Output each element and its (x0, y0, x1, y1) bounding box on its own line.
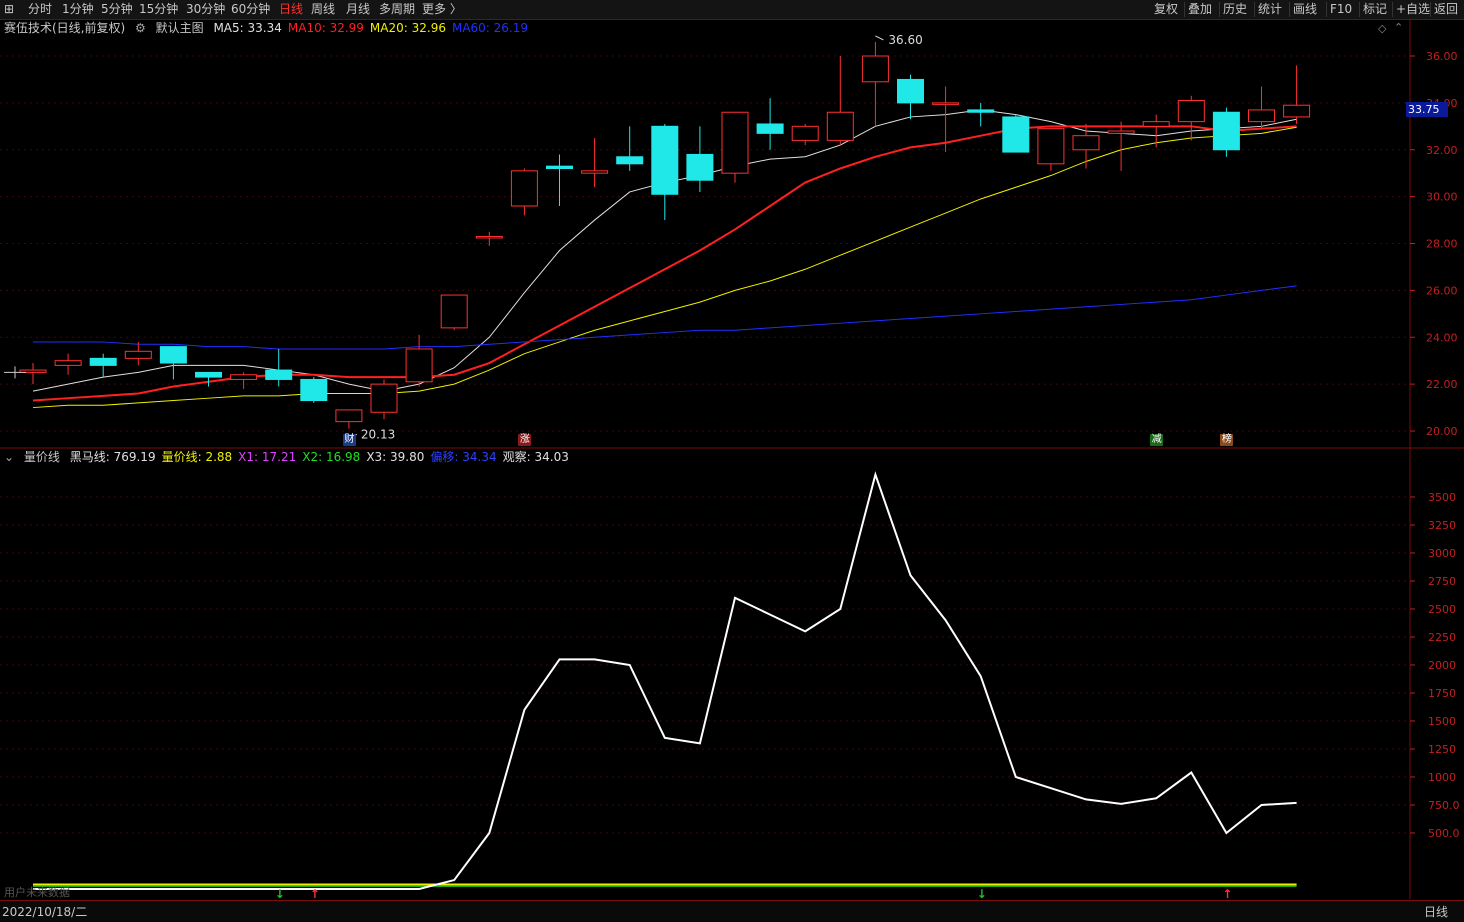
candle-body-down (159, 346, 187, 364)
candle-body-up (1177, 100, 1205, 123)
signal-arrow-icon: ↓ (275, 887, 285, 901)
price-tick-label: 32.00 (1426, 144, 1458, 157)
signal-arrow-icon: ↑ (1222, 887, 1232, 901)
indicator-tick-label: 500.0 (1428, 827, 1460, 840)
candle-body-up (581, 170, 609, 174)
price-tick-label: 26.00 (1426, 284, 1458, 297)
candle-body-up (370, 383, 398, 413)
candle-body-down (300, 378, 328, 402)
indicator-tick-label: 1500 (1428, 715, 1456, 728)
candle-body-up (1037, 128, 1065, 165)
candle-body-up (54, 360, 82, 366)
max-price-label: 36.60 (888, 33, 922, 47)
indicator-tick-label: 3250 (1428, 519, 1456, 532)
candle-body-down (686, 153, 714, 181)
indicator-tick-label: 1750 (1428, 687, 1456, 700)
signal-arrow-icon: ↑ (310, 887, 320, 901)
event-marker-2[interactable]: 减 (1150, 434, 1164, 446)
current-price-tag: 33.75 (1406, 101, 1448, 117)
candle-body-up (861, 55, 889, 83)
price-tick-label: 28.00 (1426, 238, 1458, 251)
price-tick-label: 30.00 (1426, 191, 1458, 204)
event-marker-1[interactable]: 涨 (518, 434, 532, 446)
indicator-tick-label: 3000 (1428, 547, 1456, 560)
event-marker-0[interactable]: 财 (342, 434, 356, 446)
max-price-pointer (875, 35, 884, 41)
date-axis: 2022/10/18/二 日线 (0, 900, 1464, 922)
candle-body-up (1248, 109, 1275, 123)
candle-body-down (1212, 111, 1240, 151)
chart-canvas[interactable]: 20.0022.0024.0026.0028.0030.0032.0034.00… (0, 0, 1464, 921)
candle-body-up (721, 111, 749, 174)
candle-body-up (405, 348, 433, 383)
min-price-label: 20.13 (361, 428, 395, 442)
candle-body-up (475, 235, 503, 239)
candle-body-up (335, 409, 363, 423)
price-tick-label: 22.00 (1426, 378, 1458, 391)
signal-arrow-icon: ↓ (977, 887, 987, 901)
candle-body-up (1283, 104, 1311, 118)
ma-line-ma60 (33, 285, 1297, 350)
price-tick-label: 20.00 (1426, 425, 1458, 438)
cursor-date: 2022/10/18/二 (2, 905, 88, 919)
candle-body-down (967, 109, 995, 113)
candle-body-up (791, 125, 819, 141)
candle-body-up (826, 111, 854, 141)
price-tick-label: 24.00 (1426, 331, 1458, 344)
indicator-tick-label: 2000 (1428, 659, 1456, 672)
candle-body-down (651, 125, 679, 195)
candle-body-down (89, 357, 117, 366)
data-watermark: 用户未来数据 (4, 886, 70, 899)
candle-body-down (546, 165, 573, 169)
event-marker-3[interactable]: 榜 (1220, 434, 1234, 446)
candle-body-up (1142, 121, 1170, 127)
indicator-tick-label: 1000 (1428, 771, 1456, 784)
indicator-tick-label: 3500 (1428, 491, 1456, 504)
indicator-tick-label: 2250 (1428, 631, 1456, 644)
candle-body-up (1072, 135, 1100, 151)
candle-body-up (1107, 130, 1135, 134)
candle-body-up (932, 102, 960, 105)
indicator-tick-label: 2500 (1428, 603, 1456, 616)
candle-body-up (440, 294, 468, 329)
candle-body-up (510, 170, 538, 207)
price-tick-label: 36.00 (1426, 50, 1458, 63)
candle-body-down (195, 371, 222, 378)
period-label[interactable]: 日线 (1424, 903, 1448, 920)
candle-body-down (265, 369, 293, 380)
candle-body-up (230, 374, 258, 380)
candle-body-down (616, 156, 644, 165)
candle-body-up (124, 350, 152, 359)
candle-body-down (1002, 116, 1030, 153)
indicator-line (33, 471, 1297, 890)
indicator-tick-label: 2750 (1428, 575, 1456, 588)
candle-body-down (756, 123, 784, 134)
indicator-tick-label: 750.0 (1428, 799, 1460, 812)
candle-body-down (897, 78, 924, 104)
indicator-tick-label: 1250 (1428, 743, 1456, 756)
